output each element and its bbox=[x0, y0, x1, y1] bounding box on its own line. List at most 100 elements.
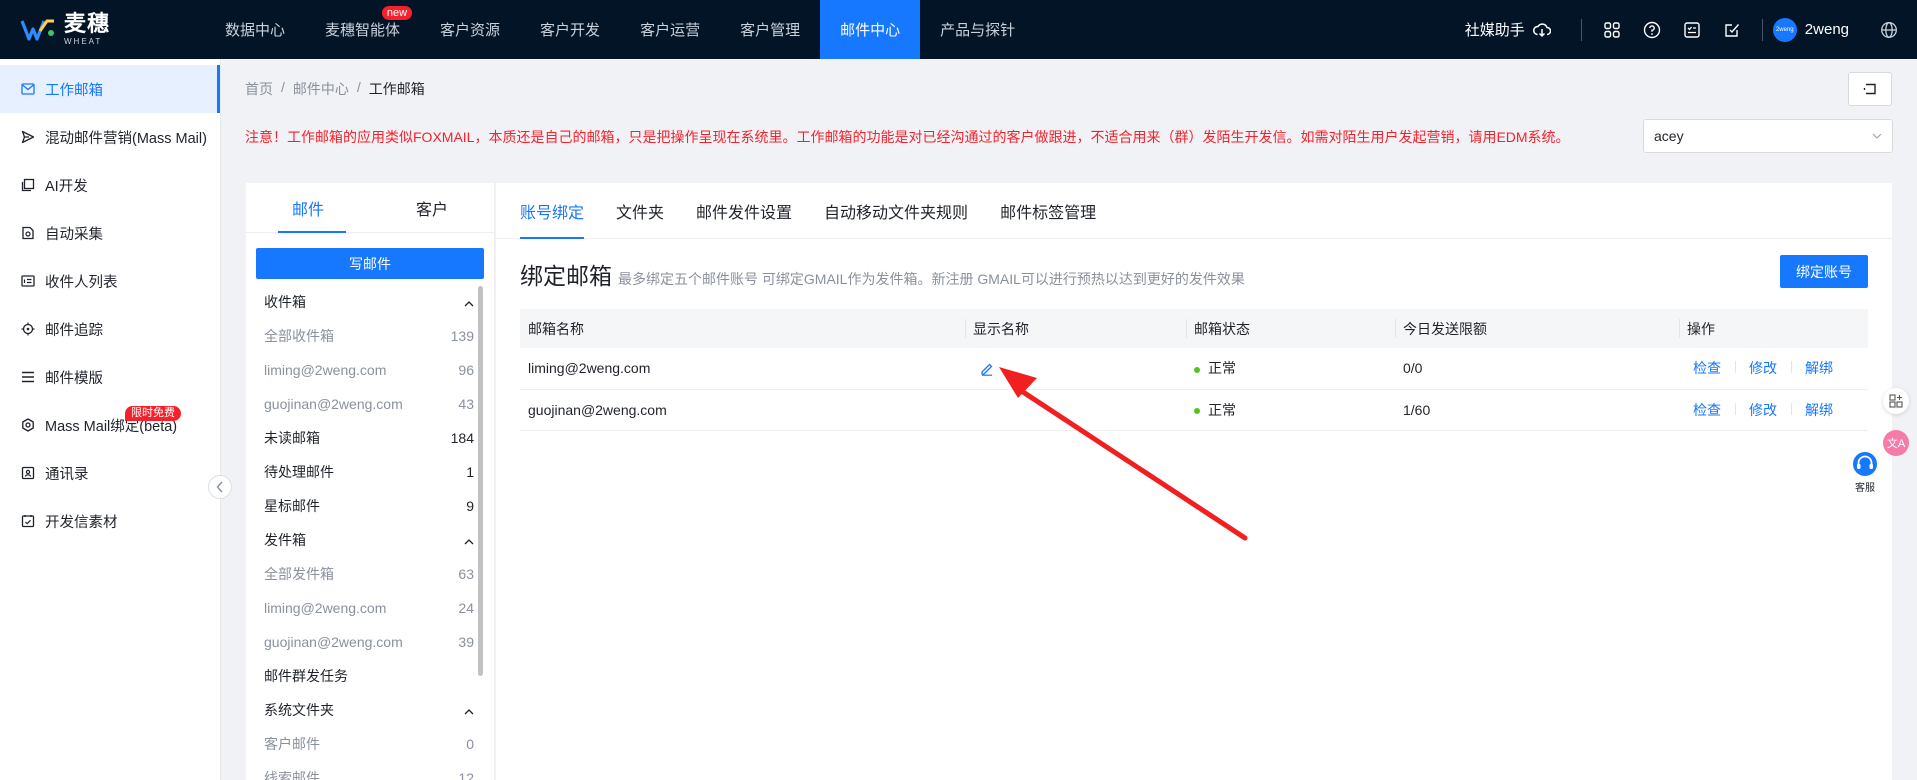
folder-panel-tabs: 邮件 客户 bbox=[246, 183, 494, 233]
modify-link[interactable]: 修改 bbox=[1735, 358, 1791, 378]
nav-ai-agent[interactable]: 麦穗智能体 new bbox=[305, 0, 420, 59]
sidebar-item-mass-mail-binding[interactable]: Mass Mail绑定(beta) 限时免费 bbox=[0, 401, 220, 449]
status-text: 正常 bbox=[1208, 360, 1236, 377]
folder-count: 24 bbox=[458, 600, 474, 616]
sidebar-item-mail-tracking[interactable]: 邮件追踪 bbox=[0, 305, 220, 353]
folder-item[interactable]: liming@2weng.com 96 bbox=[246, 353, 494, 387]
template-icon bbox=[20, 370, 35, 385]
folder-count: 63 bbox=[458, 566, 474, 582]
folder-count: 184 bbox=[450, 430, 474, 446]
nav-products-probe[interactable]: 产品与探针 bbox=[920, 0, 1035, 59]
breadcrumb-parent[interactable]: 邮件中心 bbox=[293, 79, 349, 99]
sidebar-item-dev-letter-material[interactable]: 开发信素材 bbox=[0, 497, 220, 545]
tab-customer[interactable]: 客户 bbox=[370, 183, 494, 232]
folder-item[interactable]: 待处理邮件 1 bbox=[246, 455, 494, 489]
nav-customer-operations[interactable]: 客户运营 bbox=[620, 0, 720, 59]
folder-item[interactable]: guojinan@2weng.com 43 bbox=[246, 387, 494, 421]
edit-icon[interactable] bbox=[980, 362, 994, 377]
apps-icon[interactable] bbox=[1602, 20, 1622, 40]
folder-item[interactable]: 线索邮件 12 bbox=[246, 761, 494, 780]
nav-label: 麦穗智能体 bbox=[325, 22, 401, 39]
account-select[interactable]: acey bbox=[1643, 119, 1893, 153]
modify-link[interactable]: 修改 bbox=[1735, 400, 1791, 420]
column-header: 显示名称 bbox=[965, 309, 1186, 348]
exit-button[interactable] bbox=[1848, 72, 1892, 106]
table-row: guojinan@2weng.com 正常 1/60 检查 修改 解绑 bbox=[520, 389, 1868, 431]
folder-count: 1 bbox=[466, 464, 474, 480]
sidebar-item-ai-development[interactable]: AI开发 bbox=[0, 161, 220, 209]
divider bbox=[1761, 18, 1763, 41]
chevron-up-icon[interactable] bbox=[464, 709, 474, 715]
folder-group-header[interactable]: 系统文件夹 bbox=[246, 693, 494, 727]
tab-account-binding[interactable]: 账号绑定 bbox=[520, 183, 585, 239]
nav-customer-resources[interactable]: 客户资源 bbox=[420, 0, 520, 59]
folder-label: 线索邮件 bbox=[264, 770, 320, 780]
nav-mail-center[interactable]: 邮件中心 bbox=[820, 0, 921, 59]
translate-button[interactable]: 文A bbox=[1883, 430, 1909, 456]
folder-item[interactable]: 未读邮箱 184 bbox=[246, 421, 494, 455]
folder-group-header[interactable]: 收件箱 bbox=[246, 285, 494, 319]
collapse-toggle[interactable] bbox=[464, 702, 474, 718]
user-menu[interactable]: 2weng 2weng bbox=[1772, 17, 1849, 42]
folder-label: guojinan@2weng.com bbox=[264, 396, 403, 412]
unbind-link[interactable]: 解绑 bbox=[1791, 400, 1847, 420]
section-title: 绑定邮箱 bbox=[520, 263, 612, 289]
sidebar-item-work-mailbox[interactable]: 工作邮箱 bbox=[0, 65, 220, 113]
nav-data-center[interactable]: 数据中心 bbox=[205, 0, 305, 59]
tab-send-settings[interactable]: 邮件发件设置 bbox=[696, 183, 792, 238]
actions-cell: 检查 修改 解绑 bbox=[1679, 348, 1868, 390]
folder-label: 未读邮箱 bbox=[264, 430, 320, 446]
compose-button[interactable]: 写邮件 bbox=[256, 248, 484, 279]
send-icon bbox=[20, 130, 35, 145]
folder-item[interactable]: 邮件群发任务 bbox=[246, 659, 494, 693]
folder-item[interactable]: 全部收件箱 139 bbox=[246, 319, 494, 353]
tab-folders[interactable]: 文件夹 bbox=[616, 183, 664, 238]
display-name-cell bbox=[965, 348, 1186, 390]
tab-auto-move-rules[interactable]: 自动移动文件夹规则 bbox=[824, 183, 968, 238]
folder-scrollbar[interactable] bbox=[478, 286, 483, 676]
collapse-toggle[interactable] bbox=[464, 294, 474, 310]
nav-label: 客户运营 bbox=[640, 22, 701, 39]
folder-item[interactable]: 星标邮件 9 bbox=[246, 489, 494, 523]
unbind-link[interactable]: 解绑 bbox=[1791, 358, 1847, 378]
customer-service-button[interactable]: 客服 bbox=[1850, 450, 1880, 494]
tab-tag-management[interactable]: 邮件标签管理 bbox=[1000, 183, 1096, 238]
edit-check-icon[interactable] bbox=[1722, 20, 1742, 40]
folder-item[interactable]: liming@2weng.com 24 bbox=[246, 591, 494, 625]
folder-count: 139 bbox=[450, 328, 474, 344]
status-dot bbox=[1194, 366, 1200, 373]
sidebar-item-recipient-list[interactable]: 收件人列表 bbox=[0, 257, 220, 305]
globe-icon[interactable] bbox=[1879, 20, 1899, 40]
floating-tool-button[interactable] bbox=[1883, 388, 1909, 414]
folder-item[interactable]: guojinan@2weng.com 39 bbox=[246, 625, 494, 659]
sidebar-item-auto-collect[interactable]: 自动采集 bbox=[0, 209, 220, 257]
content-tabs: 账号绑定 文件夹 邮件发件设置 自动移动文件夹规则 邮件标签管理 bbox=[496, 183, 1892, 239]
help-icon[interactable] bbox=[1642, 20, 1662, 40]
sidebar-collapse-button[interactable] bbox=[208, 475, 232, 499]
breadcrumb-home[interactable]: 首页 bbox=[245, 79, 273, 99]
sidebar-item-contacts[interactable]: 通讯录 bbox=[0, 449, 220, 497]
nav-customer-management[interactable]: 客户管理 bbox=[720, 0, 820, 59]
folder-item[interactable]: 全部发件箱 63 bbox=[246, 557, 494, 591]
chevron-up-icon[interactable] bbox=[464, 539, 474, 545]
brand-logo[interactable]: 麦穗 WHEAT bbox=[0, 0, 205, 59]
check-link[interactable]: 检查 bbox=[1687, 400, 1735, 420]
social-helper-button[interactable]: 社媒助手 bbox=[1465, 19, 1551, 40]
sidebar-item-mail-template[interactable]: 邮件模版 bbox=[0, 353, 220, 401]
check-link[interactable]: 检查 bbox=[1687, 358, 1735, 378]
nav-customer-development[interactable]: 客户开发 bbox=[520, 0, 620, 59]
table-header-row: 邮箱名称 显示名称 邮箱状态 今日发送限额 操作 bbox=[520, 309, 1868, 348]
sidebar-item-mass-mail[interactable]: 混动邮件营销(Mass Mail) bbox=[0, 113, 220, 161]
tab-mail[interactable]: 邮件 bbox=[246, 183, 370, 233]
task-list-icon[interactable] bbox=[1682, 20, 1702, 40]
folder-item[interactable]: 客户邮件 0 bbox=[246, 727, 494, 761]
chevron-up-icon[interactable] bbox=[464, 301, 474, 307]
headset-icon bbox=[1853, 452, 1877, 476]
left-sidebar: 工作邮箱 混动邮件营销(Mass Mail) AI开发 自动采集 收件人列表 邮… bbox=[0, 59, 221, 780]
sidebar-item-label: 邮件追踪 bbox=[45, 322, 103, 339]
collapse-toggle[interactable] bbox=[464, 532, 474, 548]
sidebar-item-label: 工作邮箱 bbox=[45, 82, 103, 99]
brand-name-en: WHEAT bbox=[64, 37, 103, 46]
folder-group-header[interactable]: 发件箱 bbox=[246, 523, 494, 557]
bind-account-button[interactable]: 绑定账号 bbox=[1780, 255, 1868, 288]
